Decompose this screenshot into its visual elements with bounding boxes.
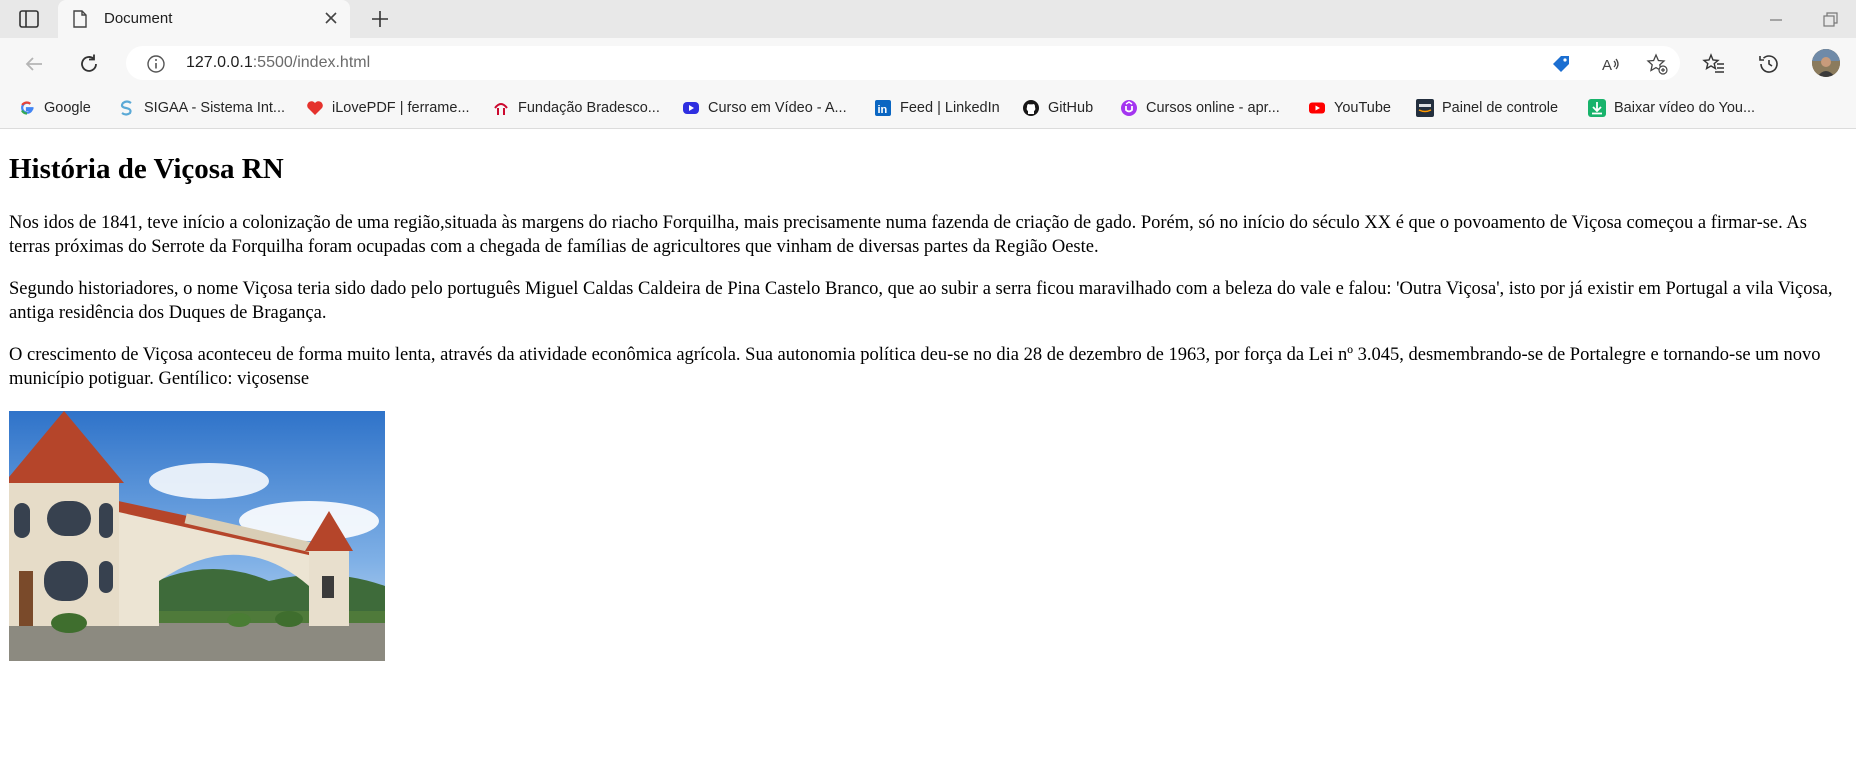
add-favorite-icon[interactable] xyxy=(1646,53,1668,75)
url-text[interactable]: 127.0.0.1:5500/index.html xyxy=(186,54,370,72)
toolbar: 127.0.0.1:5500/index.html A xyxy=(0,38,1856,88)
download-icon xyxy=(1588,99,1606,117)
favorites-bar: Google SIGAA - Sistema Int... iLovePDF |… xyxy=(0,88,1856,129)
favorite-linkedin[interactable]: in Feed | LinkedIn xyxy=(874,98,1000,118)
favorite-label: Cursos online - apr... xyxy=(1146,100,1280,116)
svg-text:A: A xyxy=(1602,57,1612,74)
aws-icon xyxy=(1416,99,1434,117)
favorite-baixar-video[interactable]: Baixar vídeo do You... xyxy=(1588,98,1755,118)
favorite-youtube[interactable]: YouTube xyxy=(1308,98,1391,118)
favorite-label: iLovePDF | ferrame... xyxy=(332,100,470,116)
favorite-label: Fundação Bradesco... xyxy=(518,100,660,116)
paragraph-name-origin: Segundo historiadores, o nome Viçosa ter… xyxy=(9,279,1833,323)
favorite-label: SIGAA - Sistema Int... xyxy=(144,100,286,116)
minimize-icon[interactable] xyxy=(1766,10,1786,30)
favorite-cursoemvideo[interactable]: Curso em Vídeo - A... xyxy=(682,98,847,118)
favorite-google[interactable]: Google xyxy=(18,98,91,118)
reload-icon[interactable] xyxy=(77,52,101,76)
read-aloud-icon[interactable]: A xyxy=(1600,53,1622,75)
google-icon xyxy=(21,101,34,115)
favorite-aws[interactable]: Painel de controle xyxy=(1416,98,1558,118)
linkedin-icon: in xyxy=(875,100,891,116)
favorite-label: Painel de controle xyxy=(1442,100,1559,116)
title-bar: Document xyxy=(0,0,1856,38)
url-host: 127.0.0.1 xyxy=(186,54,253,71)
sigaa-icon xyxy=(120,100,132,116)
paragraph-colonization: Nos idos de 1841, teve início a coloniza… xyxy=(9,213,1807,257)
favorite-label: Curso em Vídeo - A... xyxy=(708,100,847,116)
close-icon[interactable] xyxy=(324,11,338,25)
github-icon xyxy=(1023,100,1039,116)
favorite-bradesco[interactable]: Fundação Bradesco... xyxy=(492,98,660,118)
city-entrance-arch-image xyxy=(9,411,385,661)
favorite-label: Google xyxy=(44,100,91,116)
info-icon[interactable] xyxy=(146,54,166,74)
avatar-image xyxy=(1812,49,1840,77)
tab-title: Document xyxy=(104,10,173,27)
favorite-ilovepdf[interactable]: iLovePDF | ferrame... xyxy=(306,98,470,118)
page-content: História de Viçosa RN Nos idos de 1841, … xyxy=(0,129,1856,781)
address-bar[interactable]: 127.0.0.1:5500/index.html A xyxy=(126,46,1680,80)
favorite-label: Feed | LinkedIn xyxy=(900,100,1000,116)
new-tab-plus-icon[interactable] xyxy=(370,9,390,29)
favorites-icon[interactable] xyxy=(1702,52,1726,76)
back-arrow-icon[interactable] xyxy=(22,52,46,76)
history-icon[interactable] xyxy=(1757,52,1781,76)
favorite-udemy[interactable]: Cursos online - apr... xyxy=(1120,98,1280,118)
profile-avatar[interactable] xyxy=(1812,49,1840,77)
price-tag-icon[interactable] xyxy=(1550,53,1572,75)
restore-icon[interactable] xyxy=(1820,10,1840,30)
favorite-sigaa[interactable]: SIGAA - Sistema Int... xyxy=(118,98,285,118)
ilovepdf-heart-icon xyxy=(307,101,323,115)
svg-text:in: in xyxy=(878,104,888,116)
url-path: :5500/index.html xyxy=(252,54,371,71)
favorite-label: YouTube xyxy=(1334,100,1391,116)
bradesco-icon xyxy=(494,103,508,115)
favorite-label: GitHub xyxy=(1048,100,1094,116)
favorite-github[interactable]: GitHub xyxy=(1022,98,1093,118)
tab-document[interactable]: Document xyxy=(58,0,350,38)
udemy-icon xyxy=(1121,100,1137,116)
youtube-icon xyxy=(1309,102,1325,114)
document-icon xyxy=(73,10,87,28)
favorite-label: Baixar vídeo do You... xyxy=(1614,100,1756,116)
page-title: História de Viçosa RN xyxy=(9,153,284,185)
tab-actions-icon[interactable] xyxy=(18,9,40,29)
cursoemvideo-icon xyxy=(683,102,699,114)
paragraph-growth: O crescimento de Viçosa aconteceu de for… xyxy=(9,345,1821,389)
